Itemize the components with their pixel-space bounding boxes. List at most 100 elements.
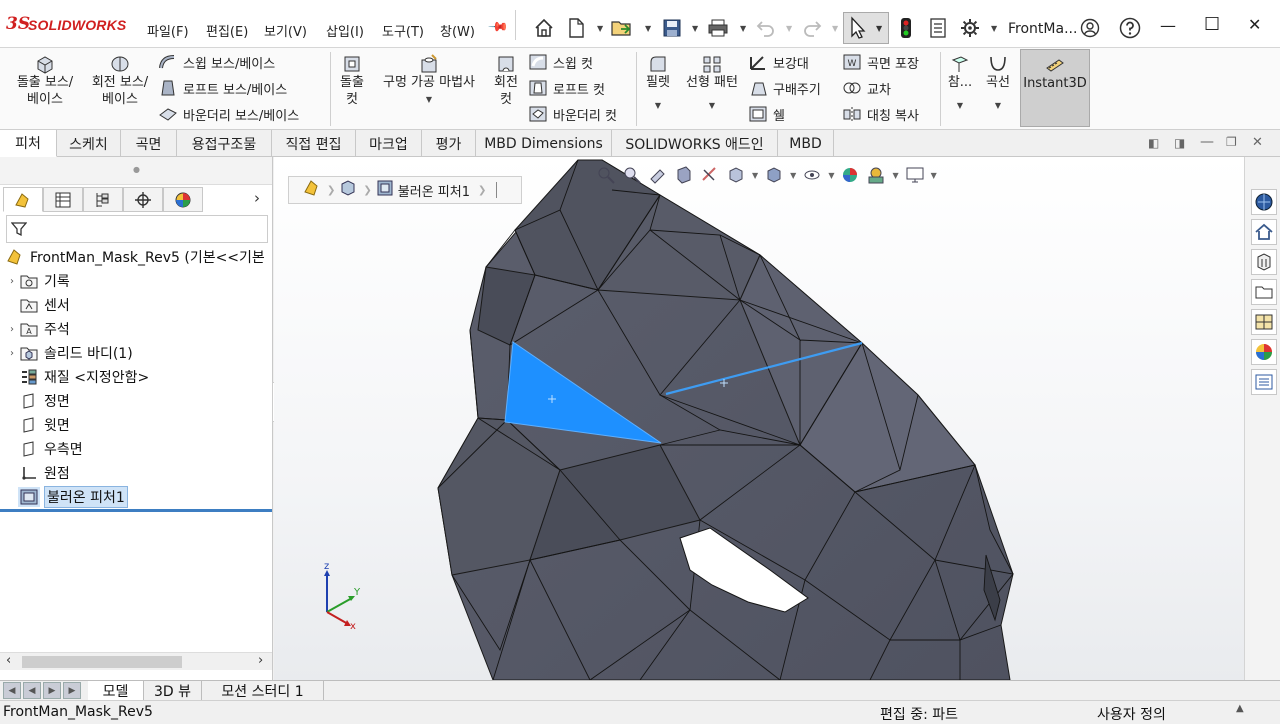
doc-minimize-button[interactable]: — <box>1200 134 1214 150</box>
tab-mbd[interactable]: MBD <box>778 130 834 157</box>
menu-file[interactable]: 파일(F) <box>147 21 189 40</box>
open-dropdown-icon[interactable]: ▼ <box>645 24 651 33</box>
fillet-button[interactable]: 필렛 ▼ <box>640 54 676 114</box>
tree-root-part[interactable]: FrontMan_Mask_Rev5 (기본<<기본 <box>0 245 265 269</box>
view-orientation-icon[interactable] <box>726 165 746 185</box>
edit-appearance-icon[interactable] <box>840 165 860 185</box>
horizontal-scrollbar[interactable]: ‹ › <box>0 652 272 670</box>
options-dropdown-icon[interactable]: ▼ <box>991 24 997 33</box>
tree-item[interactable]: › 기록 <box>0 269 70 293</box>
open-folder-icon[interactable] <box>608 14 636 42</box>
file-properties-icon[interactable] <box>924 14 952 42</box>
splitter-grip-icon[interactable]: ● <box>133 165 140 174</box>
display-style-dropdown-icon[interactable]: ▼ <box>790 171 796 180</box>
minimize-button[interactable]: — <box>1160 16 1176 35</box>
doc-restore-button[interactable]: ❐ <box>1226 135 1237 149</box>
panel-right-icon[interactable]: ◨ <box>1174 136 1185 150</box>
section-view-icon[interactable] <box>674 165 694 185</box>
doc-close-button[interactable]: ✕ <box>1252 135 1263 150</box>
view-settings-dropdown-icon[interactable]: ▼ <box>931 171 937 180</box>
extrude-boss-button[interactable]: 돌출 보스/ 베이스 <box>6 54 84 108</box>
tab-motion-study[interactable]: 모션 스터디 1 <box>202 681 324 701</box>
hole-wizard-button[interactable]: 구멍 가공 마법사 ▼ <box>374 54 484 108</box>
instant3d-button[interactable]: Instant3D <box>1020 49 1090 127</box>
loft-boss-button[interactable]: 로프트 보스/베이스 <box>158 76 287 100</box>
tab-model[interactable]: 모델 <box>88 681 144 701</box>
filter-bar[interactable] <box>6 215 268 243</box>
scrollbar-thumb[interactable] <box>22 656 182 668</box>
undo-dropdown-icon[interactable]: ▼ <box>786 24 792 33</box>
sweep-cut-button[interactable]: 스윕 컷 <box>528 50 593 74</box>
select-dropdown-icon[interactable]: ▼ <box>876 24 882 33</box>
scroll-left-icon[interactable]: ‹ <box>6 653 11 668</box>
mask-model[interactable] <box>274 157 1244 680</box>
design-library-button[interactable] <box>1251 249 1277 275</box>
tree-item[interactable]: 원점 <box>0 461 70 485</box>
tree-item[interactable]: 센서 <box>0 293 70 317</box>
hide-show-items-icon[interactable] <box>802 165 822 185</box>
mirror-button[interactable]: 대칭 복사 <box>842 102 919 126</box>
panel-left-icon[interactable]: ◧ <box>1148 136 1159 150</box>
new-dropdown-icon[interactable]: ▼ <box>597 24 603 33</box>
tree-item[interactable]: 윗면 <box>0 413 70 437</box>
next-tab-icon[interactable]: ▶ <box>43 682 61 699</box>
close-button[interactable]: ✕ <box>1248 15 1261 34</box>
tab-sketch[interactable]: 스케치 <box>57 130 121 157</box>
tree-item[interactable]: 우측면 <box>0 437 83 461</box>
home-icon[interactable] <box>530 14 558 42</box>
breadcrumb-feature-icon[interactable] <box>376 179 394 201</box>
previous-view-icon[interactable] <box>648 165 668 185</box>
filter-icon[interactable] <box>11 221 27 237</box>
help-icon[interactable] <box>1116 14 1144 42</box>
loft-cut-button[interactable]: 로프트 컷 <box>528 76 605 100</box>
view-settings-icon[interactable] <box>905 165 925 185</box>
view-orientation-dropdown-icon[interactable]: ▼ <box>752 171 758 180</box>
menu-view[interactable]: 보기(V) <box>264 21 307 40</box>
display-style-icon[interactable] <box>764 165 784 185</box>
units-dropdown-icon[interactable]: ▲ <box>1236 703 1244 714</box>
zoom-to-area-icon[interactable] <box>622 165 642 185</box>
boundary-boss-button[interactable]: 바운더리 보스/베이스 <box>158 102 299 126</box>
tab-weldments[interactable]: 용접구조물 <box>177 130 272 157</box>
revolve-cut-button[interactable]: 회전 컷 <box>488 54 524 108</box>
appearances-button[interactable] <box>1251 339 1277 365</box>
redo-icon[interactable] <box>798 14 826 42</box>
tab-featuremanager[interactable] <box>3 187 43 212</box>
rollback-bar[interactable] <box>0 509 272 512</box>
wrap-button[interactable]: W 곡면 포장 <box>842 50 919 74</box>
print-dropdown-icon[interactable]: ▼ <box>740 24 746 33</box>
solidworks-resources-button[interactable] <box>1251 189 1277 215</box>
apply-scene-icon[interactable] <box>866 165 886 185</box>
linear-pattern-dropdown-icon[interactable]: ▼ <box>709 97 715 114</box>
first-tab-icon[interactable]: ◀ <box>3 682 21 699</box>
tab-3d-views[interactable]: 3D 뷰 <box>144 681 202 701</box>
tab-evaluate[interactable]: 평가 <box>422 130 476 157</box>
hide-show-dropdown-icon[interactable]: ▼ <box>828 171 834 180</box>
solidworks-logo[interactable]: 3S SOLIDWORKS <box>6 14 126 36</box>
rib-button[interactable]: 보강대 <box>748 50 809 74</box>
breadcrumb-label[interactable]: 불러온 피처1 <box>398 181 470 200</box>
scroll-right-icon[interactable]: › <box>258 653 263 668</box>
graphics-area[interactable]: ❯ ❯ 불러온 피처1 ❯ ▼ ▼ ▼ ▼ ▼ z Y x <box>274 157 1244 680</box>
tab-displaymanager[interactable] <box>163 187 203 212</box>
curves-button[interactable]: 곡선 ▼ <box>980 54 1016 114</box>
task-pane-home-button[interactable] <box>1251 219 1277 245</box>
sweep-boss-button[interactable]: 스윕 보스/베이스 <box>158 50 275 74</box>
print-icon[interactable] <box>704 14 732 42</box>
undo-icon[interactable] <box>752 14 780 42</box>
new-document-icon[interactable] <box>562 14 590 42</box>
tab-features[interactable]: 피처 <box>0 130 57 157</box>
status-units[interactable]: 사용자 정의 <box>1097 704 1166 724</box>
menu-tools[interactable]: 도구(T) <box>382 21 424 40</box>
tree-item[interactable]: 불러온 피처1 <box>0 485 128 509</box>
extrude-cut-button[interactable]: 돌출 컷 <box>334 54 370 108</box>
breadcrumb-body-icon[interactable] <box>339 179 357 201</box>
panel-scroll-right-icon[interactable]: › <box>254 189 260 207</box>
maximize-button[interactable]: ☐ <box>1204 14 1220 35</box>
linear-pattern-button[interactable]: 선형 패턴 ▼ <box>680 54 744 114</box>
apply-scene-dropdown-icon[interactable]: ▼ <box>892 171 898 180</box>
menu-insert[interactable]: 삽입(I) <box>326 21 364 40</box>
redo-dropdown-icon[interactable]: ▼ <box>832 24 838 33</box>
tab-solidworks-addins[interactable]: SOLIDWORKS 애드인 <box>612 130 778 157</box>
reference-dropdown-icon[interactable]: ▼ <box>957 97 963 114</box>
